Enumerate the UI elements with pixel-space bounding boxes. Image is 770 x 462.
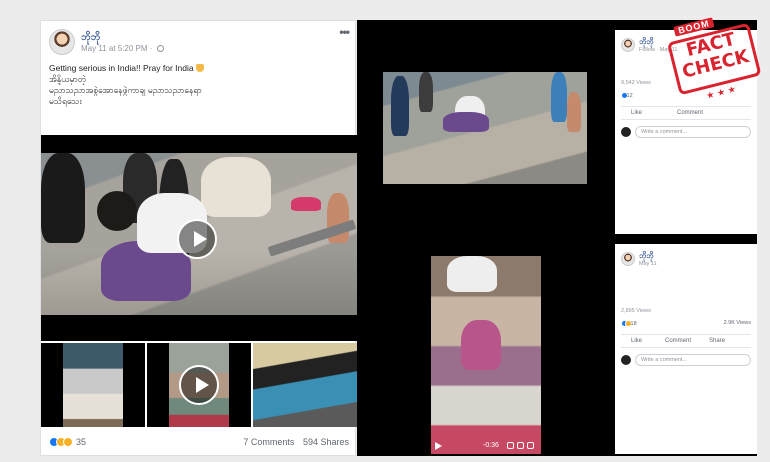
- play-icon[interactable]: [177, 219, 217, 259]
- views-count: 2,895 Views: [621, 308, 651, 314]
- facebook-post-card: ဘိုဘို May 11 at 5:20 PM · ••• Getting s…: [40, 20, 357, 456]
- post-author[interactable]: ဘိုဘို: [81, 30, 100, 45]
- post-text-line: မညာသညာအစွဲအောနေဖွဲကာချ မညာသညာနေရာ: [49, 85, 202, 95]
- pray-icon: [195, 64, 204, 72]
- sidebar-subtitle: May 11: [639, 261, 657, 267]
- play-icon[interactable]: [435, 442, 442, 450]
- comment-button[interactable]: Comment: [665, 338, 691, 344]
- more-icon[interactable]: •••: [339, 25, 350, 39]
- post-footer: 35 7 Comments 594 Shares: [41, 429, 357, 455]
- reactions-summary[interactable]: 35: [49, 437, 86, 447]
- like-button[interactable]: Like: [631, 110, 642, 116]
- top-video[interactable]: [383, 72, 587, 184]
- video-thumbnail[interactable]: [147, 343, 251, 427]
- video-time: -0:36: [483, 442, 499, 449]
- post-text-line: Getting serious in India!! Pray for Indi…: [49, 63, 194, 73]
- share-count: 2.9K Views: [723, 320, 751, 326]
- main-video[interactable]: [41, 135, 357, 341]
- video-thumbnail[interactable]: [41, 343, 145, 427]
- post-text: Getting serious in India!! Pray for Indi…: [49, 63, 349, 107]
- post-header: ဘိုဘို May 11 at 5:20 PM · •••: [41, 21, 357, 61]
- comment-row: Write a comment...: [621, 126, 751, 138]
- user-avatar: [621, 127, 631, 137]
- bottom-video[interactable]: -0:36: [431, 256, 541, 454]
- shares-count[interactable]: 594 Shares: [303, 437, 349, 447]
- video-sidebar-bottom: ဘိုဘို May 11 2,895 Views 18 2.9K Views …: [615, 244, 757, 454]
- video-controls: -0:36: [431, 438, 541, 454]
- views-count: 9,542 Views: [621, 80, 651, 86]
- fullscreen-icon[interactable]: [517, 442, 524, 449]
- comment-input[interactable]: Write a comment...: [635, 354, 751, 366]
- globe-icon: [156, 45, 164, 52]
- action-bar: Like Comment Share: [621, 334, 751, 348]
- likes-count[interactable]: 18: [621, 320, 637, 327]
- play-icon[interactable]: [179, 365, 219, 405]
- comments-count[interactable]: 7 Comments: [243, 437, 294, 447]
- post-text-line: အိန္ဒိယမှာတဲ့: [49, 74, 87, 84]
- reaction-count: 35: [76, 437, 87, 447]
- user-avatar: [621, 355, 631, 365]
- like-button[interactable]: Like: [631, 338, 642, 344]
- volume-icon[interactable]: [527, 442, 534, 449]
- settings-icon[interactable]: [507, 442, 514, 449]
- comment-row: Write a comment...: [621, 354, 751, 366]
- author-avatar[interactable]: [49, 29, 75, 55]
- author-avatar[interactable]: [621, 38, 635, 52]
- comment-input[interactable]: Write a comment...: [635, 126, 751, 138]
- post-timestamp[interactable]: May 11 at 5:20 PM ·: [81, 44, 164, 53]
- likes-count[interactable]: 12: [621, 92, 633, 99]
- sad-reaction-icon: [63, 437, 73, 447]
- post-text-line: မသိရသေး: [49, 96, 82, 106]
- author-avatar[interactable]: [621, 252, 635, 266]
- video-thumbnails: [41, 343, 357, 427]
- post-stats: 7 Comments 594 Shares: [237, 437, 349, 447]
- video-thumbnail[interactable]: [253, 343, 357, 427]
- share-button[interactable]: Share: [709, 338, 725, 344]
